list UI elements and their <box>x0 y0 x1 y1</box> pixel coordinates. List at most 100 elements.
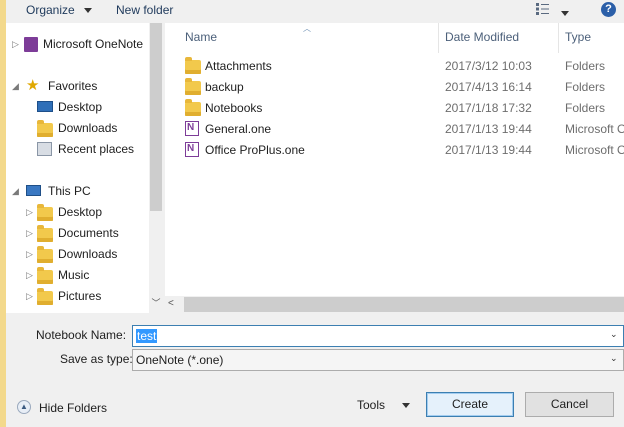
file-row[interactable]: Notebooks 2017/1/18 17:32 Folders <box>165 98 624 118</box>
notebook-name-label: Notebook Name: <box>36 328 127 342</box>
save-as-type-value: OneNote (*.one) <box>136 353 224 367</box>
organize-label: Organize <box>26 3 75 17</box>
collapse-arrow-icon[interactable]: ◢ <box>12 82 20 91</box>
navigation-pane: ▷ Microsoft OneNote ◢ ★ Favorites Deskto… <box>6 23 149 313</box>
file-row[interactable]: General.one 2017/1/13 19:44 Microsoft O <box>165 119 624 139</box>
column-header-name[interactable]: Name <box>185 30 217 44</box>
file-name: Notebooks <box>205 101 263 115</box>
column-divider[interactable] <box>558 23 559 53</box>
tools-label: Tools <box>357 398 386 412</box>
nav-item-this-pc[interactable]: ◢ This PC <box>6 181 149 201</box>
new-folder-button[interactable]: New folder <box>116 2 173 18</box>
onenote-file-icon <box>185 141 199 157</box>
view-list-icon <box>536 3 549 15</box>
sort-ascending-icon: ︿ <box>303 24 311 33</box>
recent-places-icon <box>37 142 52 156</box>
change-view-button[interactable] <box>536 3 550 15</box>
file-type: Folders <box>565 80 606 94</box>
expand-arrow-icon[interactable]: ▷ <box>26 208 34 217</box>
file-date: 2017/1/13 19:44 <box>445 122 532 136</box>
expand-arrow-icon[interactable]: ▷ <box>12 40 20 49</box>
expand-arrow-icon[interactable]: ▷ <box>26 250 34 259</box>
nav-item-pc-music[interactable]: ▷ Music <box>6 265 149 285</box>
downloads-folder-icon <box>37 120 53 137</box>
chevron-down-icon <box>84 8 93 14</box>
nav-item-desktop[interactable]: Desktop <box>6 97 149 117</box>
nav-item-label: Downloads <box>58 247 118 261</box>
expand-arrow-icon[interactable]: ▷ <box>26 292 34 301</box>
scroll-down-arrow-icon[interactable]: ﹀ <box>150 296 162 310</box>
nav-item-label: Microsoft OneNote <box>43 37 144 51</box>
nav-item-label: Recent places <box>58 142 135 156</box>
folder-icon <box>185 99 201 116</box>
file-name: Attachments <box>205 59 272 73</box>
expand-arrow-icon[interactable]: ▷ <box>26 271 34 280</box>
file-date: 2017/4/13 16:14 <box>445 80 532 94</box>
save-as-type-label: Save as type: <box>60 352 133 366</box>
column-header-date-modified[interactable]: Date Modified <box>445 30 519 44</box>
file-type: Folders <box>565 101 606 115</box>
onenote-icon <box>24 37 38 52</box>
file-date: 2017/1/18 17:32 <box>445 101 532 115</box>
create-button[interactable]: Create <box>426 392 514 417</box>
nav-item-label: Music <box>58 268 90 282</box>
file-type: Microsoft O <box>565 143 624 157</box>
expand-arrow-icon[interactable]: ▷ <box>26 229 34 238</box>
file-row[interactable]: backup 2017/4/13 16:14 Folders <box>165 77 624 97</box>
horizontal-scrollbar-thumb[interactable] <box>184 297 624 312</box>
desktop-folder-icon <box>37 204 53 221</box>
nav-item-pc-documents[interactable]: ▷ Documents <box>6 223 149 243</box>
nav-item-label: Documents <box>58 226 119 240</box>
nav-item-onenote[interactable]: ▷ Microsoft OneNote <box>6 34 149 54</box>
scroll-left-arrow-icon[interactable]: < <box>168 298 174 309</box>
nav-item-label: Desktop <box>58 100 103 114</box>
column-header-type[interactable]: Type <box>565 30 591 44</box>
pictures-folder-icon <box>37 288 53 305</box>
file-type: Folders <box>565 59 606 73</box>
chevron-down-icon <box>561 11 569 17</box>
view-options-dropdown[interactable] <box>561 6 569 20</box>
nav-item-label: Pictures <box>58 289 102 303</box>
nav-item-label: Favorites <box>48 79 98 93</box>
computer-icon <box>26 185 41 196</box>
help-icon[interactable]: ? <box>601 2 616 17</box>
file-date: 2017/3/12 10:03 <box>445 59 532 73</box>
nav-item-downloads[interactable]: Downloads <box>6 118 149 138</box>
nav-item-pc-desktop[interactable]: ▷ Desktop <box>6 202 149 222</box>
file-name: Office ProPlus.one <box>205 143 305 157</box>
file-list: ︿ Name Date Modified Type Attachments 20… <box>165 23 624 296</box>
downloads-folder-icon <box>37 246 53 263</box>
desktop-icon <box>37 101 53 112</box>
nav-item-recent-places[interactable]: Recent places <box>6 139 149 159</box>
collapse-arrow-icon[interactable]: ◢ <box>12 187 20 196</box>
chevron-down-icon <box>402 403 411 409</box>
tools-button[interactable]: Tools <box>357 398 411 412</box>
nav-item-pc-downloads[interactable]: ▷ Downloads <box>6 244 149 264</box>
chevron-down-icon[interactable]: ⌄ <box>610 329 618 340</box>
notebook-name-input[interactable]: test <box>132 325 624 347</box>
organize-button[interactable]: Organize <box>26 2 93 18</box>
notebook-name-value: test <box>136 329 158 343</box>
nav-item-label: Downloads <box>58 121 118 135</box>
nav-item-label: Desktop <box>58 205 103 219</box>
star-icon: ★ <box>26 77 40 94</box>
file-row[interactable]: Office ProPlus.one 2017/1/13 19:44 Micro… <box>165 140 624 160</box>
nav-scrollbar-thumb[interactable] <box>150 23 162 211</box>
cancel-button[interactable]: Cancel <box>525 392 614 417</box>
save-as-type-select[interactable]: OneNote (*.one) <box>132 349 624 371</box>
file-row[interactable]: Attachments 2017/3/12 10:03 Folders <box>165 56 624 76</box>
folder-icon <box>185 78 201 95</box>
folder-icon <box>185 57 201 74</box>
nav-item-pc-pictures[interactable]: ▷ Pictures <box>6 286 149 306</box>
nav-item-label: This PC <box>48 184 91 198</box>
chevron-down-icon[interactable]: ⌄ <box>610 353 618 364</box>
file-type: Microsoft O <box>565 122 624 136</box>
nav-item-favorites[interactable]: ◢ ★ Favorites <box>6 76 149 96</box>
file-name: General.one <box>205 122 272 136</box>
file-date: 2017/1/13 19:44 <box>445 143 532 157</box>
column-divider[interactable] <box>438 23 439 53</box>
collapse-up-icon: ▲ <box>17 400 31 414</box>
toolbar: Organize New folder ? <box>6 0 624 22</box>
onenote-file-icon <box>185 120 199 136</box>
file-name: backup <box>205 80 244 94</box>
